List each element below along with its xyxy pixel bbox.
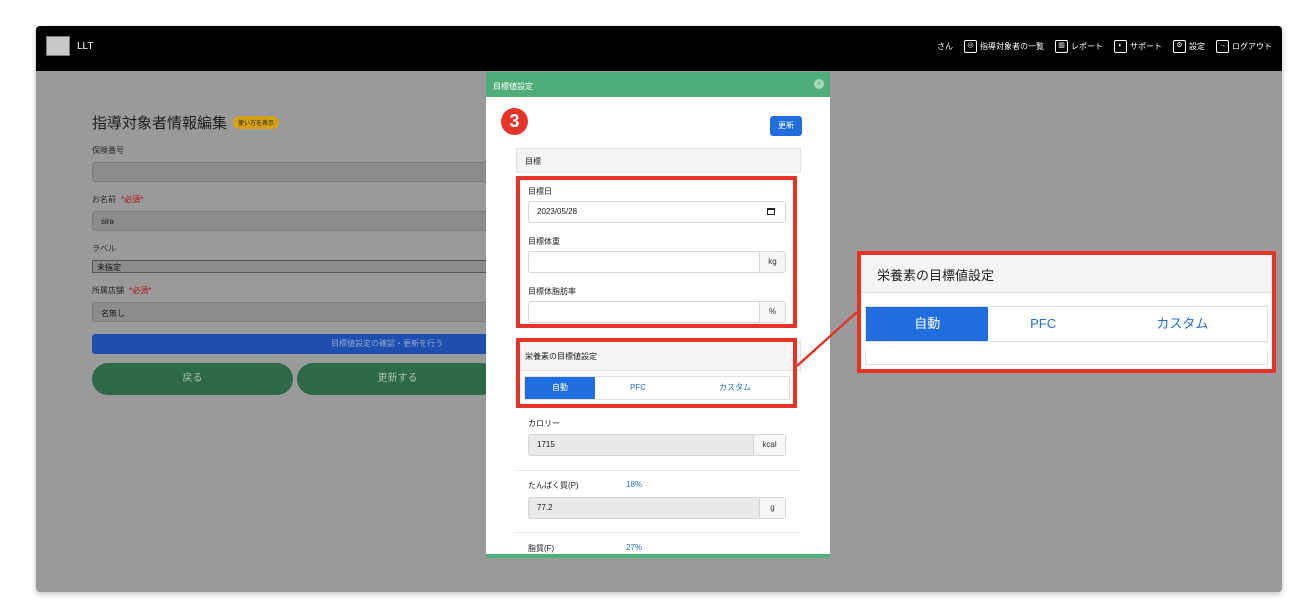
zoom-footer xyxy=(865,349,1268,365)
nav-item-logout[interactable]: → ログアウト xyxy=(1216,40,1272,53)
required-mark: *必須* xyxy=(129,286,152,295)
nav-item-label: ログアウト xyxy=(1232,42,1272,51)
howto-badge[interactable]: 使い方を表示 xyxy=(233,116,280,129)
required-mark: *必須* xyxy=(121,195,144,204)
form-buttons: 戻る 更新する xyxy=(92,363,502,395)
section-divider xyxy=(516,532,801,533)
label-label: ラベル xyxy=(92,244,116,253)
nav-item-label: 指導対象者の一覧 xyxy=(980,42,1044,51)
protein-unit: g xyxy=(759,498,785,518)
support-icon: ◐ xyxy=(1114,40,1127,53)
calorie-label: カロリー xyxy=(528,419,560,428)
store-select[interactable]: 名無し xyxy=(92,302,502,322)
gear-icon: ⚙ xyxy=(1173,40,1186,53)
zoom-tab-auto[interactable]: 自動 xyxy=(866,307,989,341)
nav-right: さん ◎ 指導対象者の一覧 ▥ レポート ◐ サポート ⚙ 設定 → ログアウト xyxy=(937,40,1272,53)
page-title: 指導対象者情報編集 xyxy=(92,115,228,132)
nav-item-settings[interactable]: ⚙ 設定 xyxy=(1173,40,1205,53)
nav-item-clients[interactable]: ◎ 指導対象者の一覧 xyxy=(964,40,1044,53)
back-button[interactable]: 戻る xyxy=(92,363,293,395)
top-nav: LLT さん ◎ 指導対象者の一覧 ▥ レポート ◐ サポート ⚙ 設定 → ロ… xyxy=(36,26,1282,71)
nav-item-label: サポート xyxy=(1130,42,1162,51)
chart-icon: ▥ xyxy=(1055,40,1068,53)
zoom-callout-panel: 栄養素の目標値設定 自動 PFC カスタム xyxy=(857,251,1276,373)
fat-percent: 27% xyxy=(626,543,643,552)
protein-input[interactable]: 77.2 g xyxy=(528,497,786,519)
logout-icon: → xyxy=(1216,40,1229,53)
calorie-input[interactable]: 1715 kcal xyxy=(528,434,786,456)
modal-update-button[interactable]: 更新 xyxy=(770,116,802,136)
modal-title: 目標値設定 xyxy=(493,82,533,91)
zoom-tab-pfc[interactable]: PFC xyxy=(988,307,1097,341)
nav-item-report[interactable]: ▥ レポート xyxy=(1055,40,1103,53)
zoom-tab-custom[interactable]: カスタム xyxy=(1098,307,1267,341)
calorie-unit: kcal xyxy=(753,435,785,455)
store-label-row: 所属店舗 *必須* xyxy=(92,285,502,296)
nutrient-highlight-box xyxy=(516,338,797,408)
protein-value: 77.2 xyxy=(537,503,553,512)
goal-highlight-box xyxy=(516,176,797,328)
protein-percent: 18% xyxy=(626,480,643,489)
goal-card-header: 目標 xyxy=(516,148,801,173)
label-select[interactable]: 未指定 xyxy=(92,260,502,273)
name-input[interactable]: sira xyxy=(92,211,502,231)
modal-header: 目標値設定 × xyxy=(486,72,830,97)
calorie-value: 1715 xyxy=(537,440,555,449)
user-name: さん xyxy=(937,42,953,51)
nav-item-label: レポート xyxy=(1071,42,1103,51)
user-circle-icon: ◎ xyxy=(964,40,977,53)
protein-label: たんぱく質(P) xyxy=(528,481,579,490)
section-divider xyxy=(516,470,801,471)
step-number-badge: 3 xyxy=(501,108,528,135)
modal-bottom-bar xyxy=(486,554,830,558)
insurance-input[interactable] xyxy=(92,162,502,182)
nav-item-label: 設定 xyxy=(1189,42,1205,51)
name-label: お名前 xyxy=(92,195,116,204)
zoom-header: 栄養素の目標値設定 xyxy=(861,255,1272,293)
insurance-label: 保険番号 xyxy=(92,146,124,155)
close-icon[interactable]: × xyxy=(814,79,824,89)
name-label-row: お名前 *必須* xyxy=(92,194,502,205)
page-title-row: 指導対象者情報編集 使い方を表示 xyxy=(92,112,502,133)
submit-update-button[interactable]: 更新する xyxy=(297,363,498,395)
store-label: 所属店舗 xyxy=(92,286,124,295)
target-settings-button[interactable]: 目標値設定の確認・更新を行う xyxy=(92,334,502,354)
zoom-mode-tabs: 自動 PFC カスタム xyxy=(865,306,1268,342)
nav-item-support[interactable]: ◐ サポート xyxy=(1114,40,1162,53)
client-edit-form: 指導対象者情報編集 使い方を表示 保険番号 お名前 *必須* sira ラベル 未… xyxy=(92,112,502,395)
fat-label: 脂質(F) xyxy=(528,544,555,553)
logo-image[interactable] xyxy=(46,36,70,56)
brand-name[interactable]: LLT xyxy=(77,41,94,52)
